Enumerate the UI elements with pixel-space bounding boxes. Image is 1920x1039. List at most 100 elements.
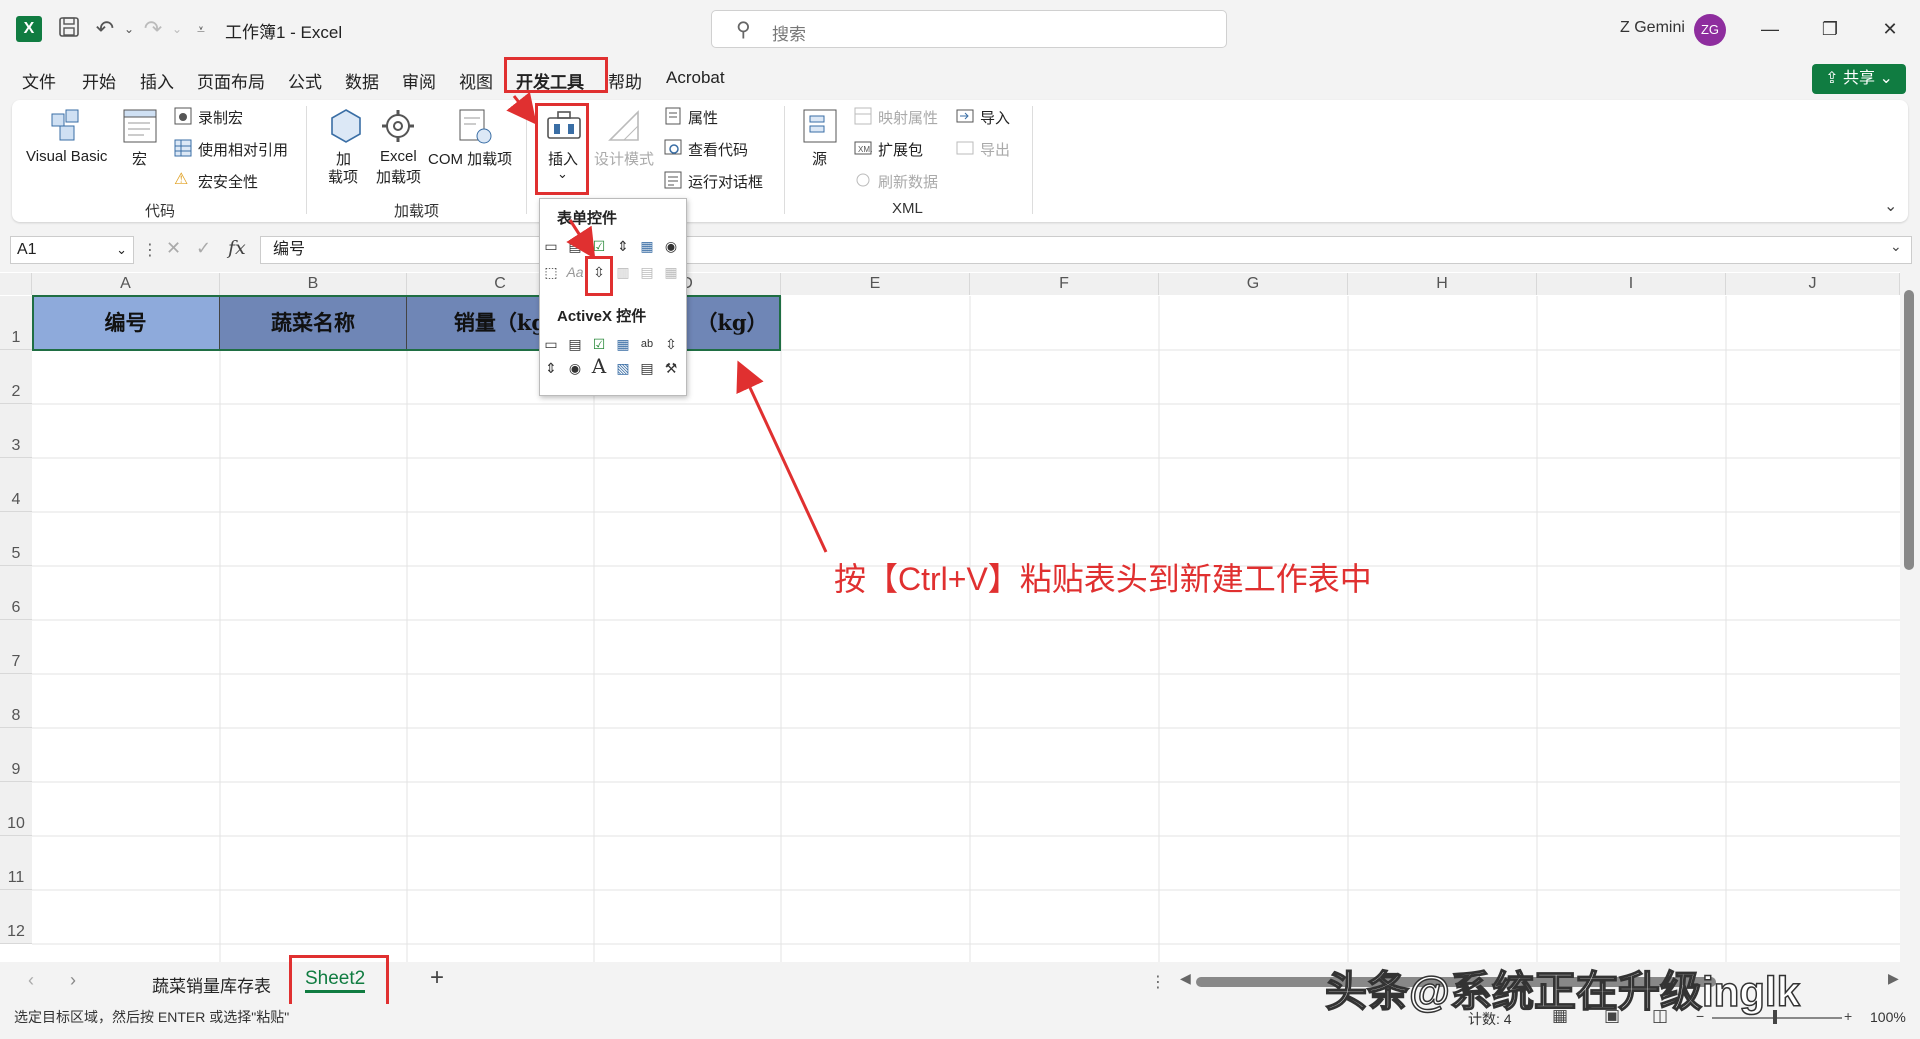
text-field-control-icon[interactable]: ▥	[614, 263, 632, 281]
row-header[interactable]: 1	[0, 296, 32, 350]
design-mode-icon[interactable]	[604, 106, 644, 146]
map-properties-icon[interactable]	[854, 107, 872, 125]
export-icon[interactable]	[956, 139, 974, 157]
row-header[interactable]: 10	[0, 782, 32, 836]
macros-icon[interactable]	[120, 106, 160, 146]
scroll-right-icon[interactable]: ▶	[1888, 970, 1899, 987]
row-header[interactable]: 6	[0, 566, 32, 620]
xml-source-label[interactable]: 源	[812, 148, 827, 169]
formula-input[interactable]: 编号	[260, 236, 1912, 264]
row-header[interactable]: 9	[0, 728, 32, 782]
more-icon[interactable]: ⋮	[1150, 972, 1166, 992]
row-header[interactable]: 8	[0, 674, 32, 728]
zoom-level[interactable]: 100%	[1870, 1009, 1906, 1025]
com-addins-label[interactable]: COM 加载项	[428, 148, 512, 169]
row-header[interactable]: 4	[0, 458, 32, 512]
visual-basic-label[interactable]: Visual Basic	[26, 148, 107, 165]
excel-addins-label-1[interactable]: Excel	[380, 148, 417, 165]
design-mode-label[interactable]: 设计模式	[594, 148, 654, 169]
row-header[interactable]: 3	[0, 404, 32, 458]
expansion-packs-label[interactable]: 扩展包	[878, 139, 923, 160]
activex-image-icon[interactable]: ▧	[614, 359, 632, 377]
label-control-icon[interactable]: Aa	[566, 263, 584, 281]
expansion-packs-icon[interactable]: XML	[854, 139, 872, 157]
tab-review[interactable]: 审阅	[402, 68, 436, 93]
more-icon[interactable]: ⋮	[142, 240, 158, 260]
properties-icon[interactable]	[664, 107, 682, 125]
activex-list-icon[interactable]: ▦	[614, 335, 632, 353]
xml-source-icon[interactable]	[800, 106, 840, 146]
tab-file[interactable]: 文件	[22, 68, 56, 93]
user-name[interactable]: Z Gemini	[1620, 19, 1685, 37]
tab-data[interactable]: 数据	[345, 68, 379, 93]
activex-scrollbar-icon[interactable]: ⇳	[662, 335, 680, 353]
refresh-data-icon[interactable]	[854, 171, 872, 189]
column-header[interactable]: B	[220, 273, 407, 295]
checkbox-control-icon[interactable]: ☑	[590, 237, 608, 255]
import-label[interactable]: 导入	[980, 107, 1010, 128]
relative-ref-icon[interactable]	[174, 139, 192, 157]
insert-function-icon[interactable]: fx	[228, 237, 246, 259]
row-header[interactable]: 7	[0, 620, 32, 674]
column-header[interactable]: F	[970, 273, 1159, 295]
search-input[interactable]: ⚲ 搜索	[711, 10, 1227, 48]
excel-addins-label-2[interactable]: 加载项	[376, 166, 421, 187]
customize-toolbar-icon[interactable]: ⩡	[188, 16, 214, 42]
run-dialog-label[interactable]: 运行对话框	[688, 171, 763, 192]
column-header[interactable]: A	[32, 273, 220, 295]
name-box[interactable]: A1⌄	[10, 236, 134, 264]
undo-icon[interactable]: ↶	[92, 16, 118, 42]
map-properties-label[interactable]: 映射属性	[878, 107, 938, 128]
vertical-scroll-thumb[interactable]	[1904, 290, 1914, 570]
tab-home[interactable]: 开始	[82, 68, 116, 93]
prev-sheet-icon[interactable]: ‹	[28, 970, 34, 991]
select-all-corner[interactable]	[0, 273, 32, 295]
row-header[interactable]: 5	[0, 512, 32, 566]
view-code-label[interactable]: 查看代码	[688, 139, 748, 160]
tab-page-layout[interactable]: 页面布局	[197, 68, 265, 93]
view-code-icon[interactable]	[664, 139, 682, 157]
add-sheet-button[interactable]: +	[430, 964, 444, 992]
tab-insert[interactable]: 插入	[140, 68, 174, 93]
import-icon[interactable]	[956, 107, 974, 125]
activex-textbox-icon[interactable]: ab	[638, 335, 656, 353]
column-header[interactable]: H	[1348, 273, 1537, 295]
combo-box-control-icon[interactable]: ▤	[566, 237, 584, 255]
activex-option-icon[interactable]: ◉	[566, 359, 584, 377]
enter-icon[interactable]: ✓	[196, 238, 211, 259]
minimize-icon[interactable]: —	[1750, 14, 1790, 44]
list-box-control-icon[interactable]: ▦	[638, 237, 656, 255]
undo-dropdown-icon[interactable]: ⌄	[116, 16, 142, 42]
column-header[interactable]: G	[1159, 273, 1348, 295]
zoom-in-icon[interactable]: +	[1844, 1008, 1852, 1024]
row-header[interactable]: 2	[0, 350, 32, 404]
collapse-ribbon-icon[interactable]: ⌄	[1884, 196, 1897, 216]
share-button[interactable]: ⇪ 共享 ⌄	[1812, 64, 1906, 94]
tab-formulas[interactable]: 公式	[288, 68, 322, 93]
cancel-icon[interactable]: ✕	[166, 238, 181, 259]
row-header[interactable]: 12	[0, 890, 32, 944]
group-box-control-icon[interactable]: ⬚	[542, 263, 560, 281]
expand-formula-icon[interactable]: ⌄	[1890, 238, 1902, 255]
addins-icon[interactable]	[326, 106, 366, 146]
activex-button-icon[interactable]: ▭	[542, 335, 560, 353]
combo-list-control-icon[interactable]: ▤	[638, 263, 656, 281]
avatar[interactable]: ZG	[1694, 14, 1726, 46]
activex-toggle-icon[interactable]: ▤	[638, 359, 656, 377]
relative-ref-label[interactable]: 使用相对引用	[198, 139, 288, 160]
redo-icon[interactable]: ↷	[140, 16, 166, 42]
close-icon[interactable]: ✕	[1870, 14, 1910, 44]
save-icon[interactable]	[56, 16, 82, 42]
refresh-data-label[interactable]: 刷新数据	[878, 171, 938, 192]
more-controls-icon[interactable]: ⚒	[662, 359, 680, 377]
spin-button-control-icon[interactable]: ⇕	[614, 237, 632, 255]
record-macro-icon[interactable]	[174, 107, 192, 125]
column-header[interactable]: J	[1726, 273, 1900, 295]
sheet-tab-inventory[interactable]: 蔬菜销量库存表	[152, 972, 271, 997]
export-label[interactable]: 导出	[980, 139, 1010, 160]
next-sheet-icon[interactable]: ›	[70, 970, 76, 991]
addins-label-2[interactable]: 载项	[328, 166, 358, 187]
column-header[interactable]: E	[781, 273, 970, 295]
visual-basic-icon[interactable]	[46, 106, 86, 146]
button-control-icon[interactable]: ▭	[542, 237, 560, 255]
